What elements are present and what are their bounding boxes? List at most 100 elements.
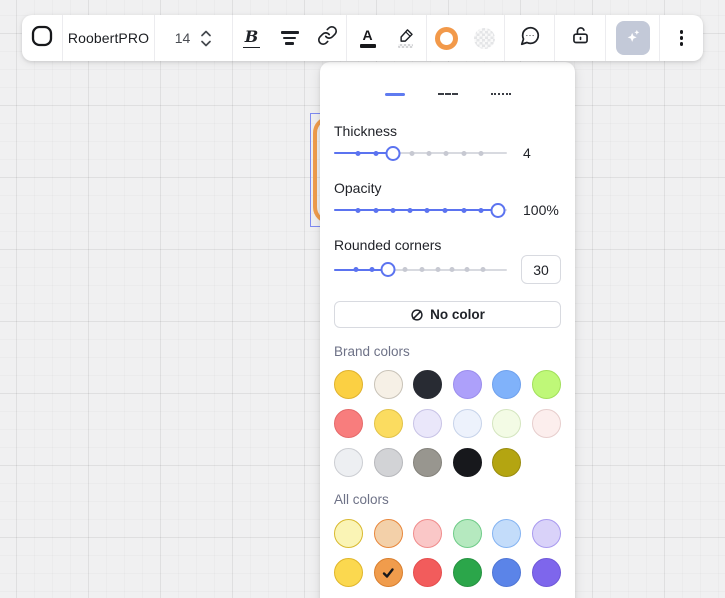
thickness-handle[interactable] <box>385 146 400 161</box>
bold-icon: B <box>243 29 261 48</box>
no-color-button[interactable]: No color <box>334 301 561 328</box>
opacity-stop[interactable] <box>373 208 378 213</box>
chevron-up-icon[interactable] <box>200 30 212 37</box>
highlighter-icon <box>397 28 415 48</box>
fill-color-button[interactable] <box>468 21 502 55</box>
thickness-stop[interactable] <box>356 151 361 156</box>
thickness-slider[interactable] <box>334 145 507 161</box>
font-size-value[interactable]: 14 <box>175 30 191 46</box>
brand-color-swatch[interactable] <box>453 409 482 438</box>
opacity-stop[interactable] <box>356 208 361 213</box>
opacity-stop[interactable] <box>408 208 413 213</box>
opacity-stop[interactable] <box>390 208 395 213</box>
brand-color-swatch[interactable] <box>374 409 403 438</box>
brand-color-swatch[interactable] <box>532 409 561 438</box>
brand-color-swatch[interactable] <box>334 370 363 399</box>
all-color-swatch-selected[interactable] <box>374 558 403 587</box>
all-color-swatch[interactable] <box>374 519 403 548</box>
line-style-dotted[interactable] <box>481 86 521 102</box>
rounded-corners-stop[interactable] <box>420 267 425 272</box>
opacity-stop[interactable] <box>479 208 484 213</box>
opacity-slider[interactable] <box>334 202 507 218</box>
kebab-menu-icon <box>680 30 683 46</box>
text-align-button[interactable] <box>273 21 307 55</box>
check-icon <box>380 565 396 581</box>
all-colors-grid <box>334 519 561 587</box>
all-color-swatch[interactable] <box>334 558 363 587</box>
brand-color-swatch[interactable] <box>492 409 521 438</box>
chevron-down-icon[interactable] <box>200 40 212 47</box>
highlight-color-button[interactable] <box>389 21 423 55</box>
all-color-swatch[interactable] <box>492 558 521 587</box>
all-color-swatch[interactable] <box>532 558 561 587</box>
opacity-stop[interactable] <box>425 208 430 213</box>
thickness-stop[interactable] <box>427 151 432 156</box>
thickness-stop[interactable] <box>461 151 466 156</box>
brand-color-swatch[interactable] <box>374 448 403 477</box>
brand-color-swatch[interactable] <box>492 448 521 477</box>
thickness-label: Thickness <box>334 123 561 139</box>
opacity-stop[interactable] <box>442 208 447 213</box>
font-family-selector[interactable]: RoobertPRO <box>68 30 149 46</box>
rounded-corners-label: Rounded corners <box>334 237 561 253</box>
all-color-swatch[interactable] <box>492 519 521 548</box>
brand-color-swatch[interactable] <box>374 370 403 399</box>
opacity-value: 100% <box>523 202 559 218</box>
opacity-label: Opacity <box>334 180 561 196</box>
thickness-stop[interactable] <box>479 151 484 156</box>
no-color-label: No color <box>430 307 485 322</box>
rounded-corners-stop[interactable] <box>354 267 359 272</box>
all-color-swatch[interactable] <box>413 519 442 548</box>
magic-wand-button[interactable] <box>616 21 650 55</box>
brand-color-swatch[interactable] <box>334 409 363 438</box>
link-button[interactable] <box>311 21 345 55</box>
lock-button[interactable] <box>563 21 597 55</box>
brand-color-swatch[interactable] <box>413 370 442 399</box>
brand-color-swatch[interactable] <box>413 448 442 477</box>
stroke-style-panel: Thickness 4 Opacity 100% Rounded corners No … <box>320 62 575 598</box>
rounded-corners-input[interactable] <box>521 255 561 284</box>
all-color-swatch[interactable] <box>334 519 363 548</box>
text-color-button[interactable]: A <box>351 21 385 55</box>
rounded-corners-stop[interactable] <box>480 267 485 272</box>
lock-section <box>555 15 606 61</box>
all-colors-label: All colors <box>334 492 561 507</box>
rounded-corners-stop[interactable] <box>370 267 375 272</box>
thickness-value: 4 <box>523 145 531 161</box>
all-color-swatch[interactable] <box>453 558 482 587</box>
font-family-section: RoobertPRO <box>63 15 155 61</box>
more-options-button[interactable] <box>665 21 699 55</box>
all-color-swatch[interactable] <box>532 519 561 548</box>
brand-color-swatch[interactable] <box>453 448 482 477</box>
thickness-stop[interactable] <box>373 151 378 156</box>
all-color-swatch[interactable] <box>453 519 482 548</box>
brand-color-swatch[interactable] <box>413 409 442 438</box>
brand-color-swatch[interactable] <box>334 448 363 477</box>
shape-type-button[interactable] <box>25 21 59 55</box>
no-color-icon <box>410 308 424 322</box>
rounded-corners-handle[interactable] <box>380 262 395 277</box>
rounded-corners-slider[interactable] <box>334 262 507 278</box>
bold-button[interactable]: B <box>235 21 269 55</box>
opacity-stop[interactable] <box>461 208 466 213</box>
brand-color-row <box>334 370 561 399</box>
comment-section <box>505 15 555 61</box>
rounded-corners-stop[interactable] <box>465 267 470 272</box>
brand-color-swatch[interactable] <box>492 370 521 399</box>
line-style-solid[interactable] <box>375 86 415 102</box>
overflow-section <box>660 15 703 61</box>
thickness-stop[interactable] <box>444 151 449 156</box>
font-size-stepper <box>200 30 212 47</box>
stroke-color-button[interactable] <box>430 21 464 55</box>
brand-color-swatch[interactable] <box>532 370 561 399</box>
line-style-dashed[interactable] <box>428 86 468 102</box>
opacity-handle[interactable] <box>491 203 506 218</box>
brand-color-swatch[interactable] <box>453 370 482 399</box>
rounded-corners-stop[interactable] <box>435 267 440 272</box>
thickness-stop[interactable] <box>409 151 414 156</box>
text-format-section: B <box>233 15 347 61</box>
rounded-corners-stop[interactable] <box>402 267 407 272</box>
comment-button[interactable] <box>513 21 547 55</box>
rounded-corners-stop[interactable] <box>449 267 454 272</box>
all-color-swatch[interactable] <box>413 558 442 587</box>
